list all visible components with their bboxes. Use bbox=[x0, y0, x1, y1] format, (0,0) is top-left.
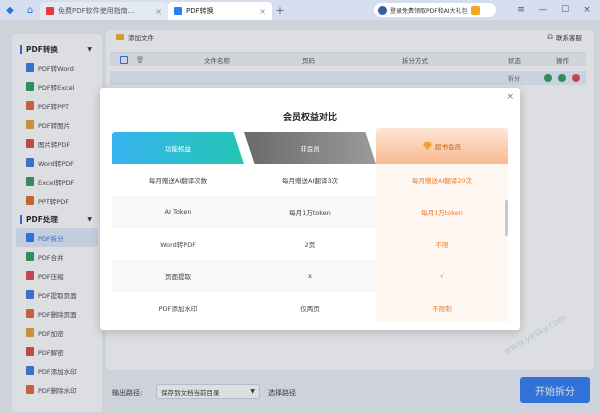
table-row: 每月赠送AI翻译次数 每月赠送AI翻译3次 每月赠送AI翻译20次 bbox=[112, 164, 508, 196]
col-header-label: 功能权益 bbox=[165, 145, 191, 153]
col-header-label: 超书会员 bbox=[435, 143, 461, 151]
app-logo-icon: ◆ bbox=[6, 4, 14, 16]
minimize-icon[interactable]: — bbox=[532, 0, 554, 20]
col-header-label: 非会员 bbox=[300, 145, 320, 153]
cell: 页面提取 bbox=[165, 273, 191, 281]
diamond-icon bbox=[423, 142, 432, 150]
cell: PDF添加水印 bbox=[158, 305, 198, 313]
cell: 不限制 bbox=[376, 292, 508, 322]
new-tab-button[interactable]: + bbox=[272, 4, 288, 17]
cell: 每月1万token bbox=[376, 196, 508, 228]
col-header-feature: 功能权益 bbox=[112, 132, 244, 164]
col-header-vip: 超书会员 bbox=[376, 128, 508, 164]
cell: √ bbox=[376, 260, 508, 292]
table-row: PDF添加水印 仅两页 不限制 bbox=[112, 292, 508, 322]
tab-guide[interactable]: 免费PDF软件使用指南... × bbox=[40, 2, 168, 20]
cell: 每月赠送AI翻译次数 bbox=[148, 177, 208, 185]
promo-label: 登录免费领取PDF和AI大礼包 bbox=[390, 7, 468, 15]
comparison-table: 每月赠送AI翻译次数 每月赠送AI翻译3次 每月赠送AI翻译20次 AI Tok… bbox=[112, 164, 508, 322]
cell: 每月赠送AI翻译20次 bbox=[376, 164, 508, 196]
tab-guide-label: 免费PDF软件使用指南... bbox=[58, 7, 135, 15]
table-row: AI Token 每月1万token 每月1万token bbox=[112, 196, 508, 228]
cell: AI Token bbox=[164, 208, 192, 216]
tab-pdf-convert[interactable]: PDF转换 × bbox=[168, 2, 272, 20]
home-icon[interactable]: ⌂ bbox=[20, 0, 40, 20]
convert-icon bbox=[174, 7, 182, 15]
col-header-free: 非会员 bbox=[244, 132, 376, 164]
close-icon[interactable]: × bbox=[155, 7, 162, 16]
cell: 每月赠送AI翻译3次 bbox=[282, 177, 338, 185]
pdf-file-icon bbox=[46, 7, 54, 15]
login-promo[interactable]: 登录免费领取PDF和AI大礼包 bbox=[374, 3, 496, 17]
dialog-title: 会员权益对比 bbox=[282, 113, 337, 123]
window-close-icon[interactable]: × bbox=[576, 0, 598, 20]
table-row: Word转PDF 2页 不限 bbox=[112, 228, 508, 260]
membership-dialog: × 会员权益对比 功能权益 非会员 超书会员 每月赠送AI翻译次数 每月赠送AI… bbox=[100, 88, 520, 330]
cell: 2页 bbox=[304, 241, 316, 249]
cell: 不限 bbox=[376, 228, 508, 260]
cell: Word转PDF bbox=[160, 241, 196, 249]
table-row: 页面提取 x √ bbox=[112, 260, 508, 292]
cell: 仅两页 bbox=[300, 305, 320, 313]
cell: x bbox=[308, 272, 312, 280]
cell: 每月1万token bbox=[289, 209, 331, 217]
close-icon[interactable]: × bbox=[259, 7, 266, 16]
tab-pdf-convert-label: PDF转换 bbox=[186, 7, 214, 15]
avatar bbox=[378, 5, 387, 15]
dialog-scrollbar[interactable] bbox=[505, 200, 508, 236]
close-icon[interactable]: × bbox=[506, 92, 514, 102]
gift-icon bbox=[470, 5, 480, 15]
menu-icon[interactable]: ≡ bbox=[510, 0, 532, 20]
maximize-icon[interactable]: ☐ bbox=[554, 0, 576, 20]
